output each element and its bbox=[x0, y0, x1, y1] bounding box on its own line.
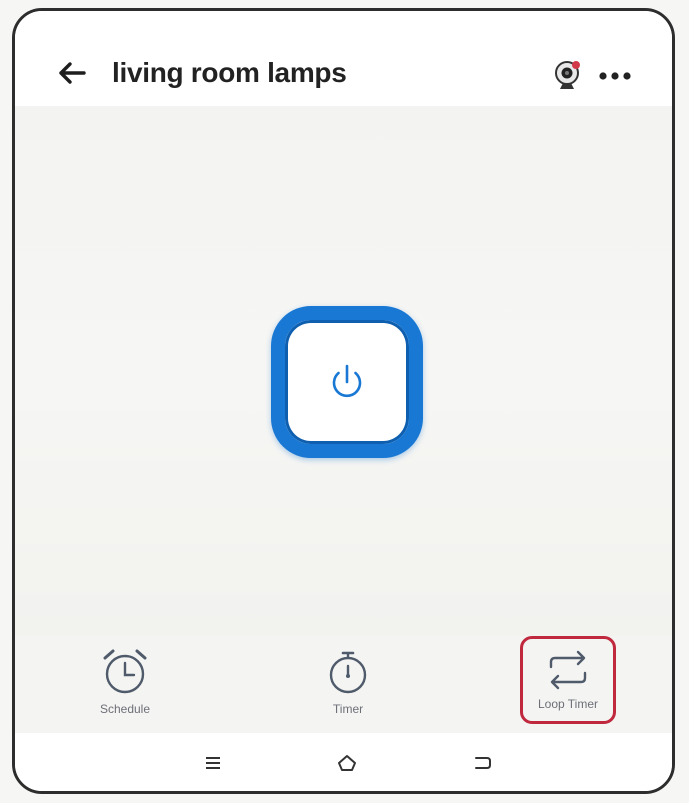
return-icon bbox=[475, 757, 491, 769]
system-navigation-bar bbox=[15, 733, 672, 791]
camera-button[interactable] bbox=[551, 59, 585, 93]
loop-timer-button[interactable]: Loop Timer bbox=[520, 636, 616, 724]
stopwatch-icon bbox=[329, 651, 367, 694]
more-dots-icon bbox=[599, 72, 631, 80]
app-header: living room lamps bbox=[15, 11, 672, 106]
home-icon bbox=[338, 755, 356, 771]
timer-label: Timer bbox=[332, 702, 364, 716]
schedule-label: Schedule bbox=[99, 702, 151, 716]
system-back-button[interactable] bbox=[469, 749, 497, 777]
alarm-clock-icon bbox=[103, 649, 147, 694]
page-title: living room lamps bbox=[112, 57, 347, 88]
power-icon bbox=[332, 364, 362, 398]
more-options-button[interactable] bbox=[595, 63, 635, 89]
home-button[interactable] bbox=[333, 749, 361, 777]
timer-button[interactable]: Timer bbox=[293, 646, 403, 716]
loop-arrows-icon bbox=[549, 650, 587, 690]
bottom-actions-bar: Schedule Timer Loop Timer bbox=[15, 636, 672, 736]
power-toggle-button[interactable] bbox=[271, 306, 423, 458]
arrow-left-icon bbox=[59, 62, 86, 84]
schedule-button[interactable]: Schedule bbox=[70, 646, 180, 716]
recent-apps-button[interactable] bbox=[199, 749, 227, 777]
back-button[interactable] bbox=[53, 55, 89, 91]
menu-icon bbox=[206, 757, 220, 769]
device-control-area bbox=[15, 106, 672, 636]
camera-icon bbox=[555, 61, 580, 89]
loop-timer-label: Loop Timer bbox=[537, 697, 599, 711]
device-screen: living room lamps Schedule Timer Loop Ti… bbox=[12, 8, 675, 794]
